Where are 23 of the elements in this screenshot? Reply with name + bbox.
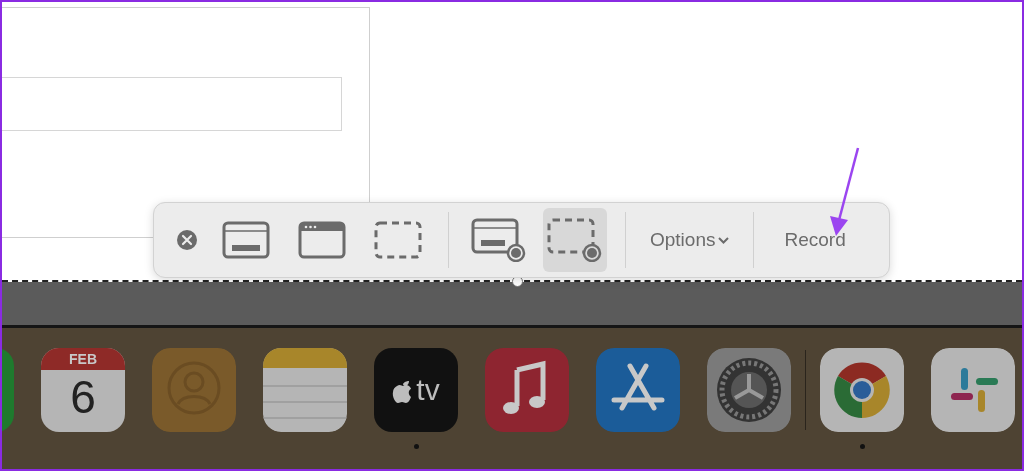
app-icon[interactable] — [931, 348, 1015, 432]
gear-icon[interactable] — [707, 348, 791, 432]
calendar-day: 6 — [70, 374, 96, 420]
record-button[interactable]: Record — [766, 210, 864, 270]
capture-mode-button[interactable] — [543, 208, 607, 272]
calendar-month: FEB — [69, 352, 97, 366]
app-store-icon[interactable] — [596, 348, 680, 432]
tv-app-icon[interactable]: tv — [374, 348, 458, 432]
chevron-down-icon — [718, 236, 730, 244]
input-field[interactable] — [2, 77, 342, 131]
close-button[interactable] — [174, 227, 200, 253]
calendar-app-icon[interactable]: FEB 6 — [41, 348, 125, 432]
close-icon — [176, 229, 198, 251]
tv-label: tv — [416, 375, 440, 405]
dashed-selection-icon — [374, 221, 422, 259]
screen-icon — [222, 221, 270, 259]
browser-app-icon[interactable] — [820, 348, 904, 432]
screen-record-icon — [471, 218, 527, 262]
options-button[interactable]: Options — [638, 210, 742, 270]
music-app-icon[interactable] — [485, 348, 569, 432]
selection-record-icon — [547, 218, 603, 262]
window-icon — [298, 221, 346, 259]
notes-app-icon[interactable] — [263, 348, 347, 432]
